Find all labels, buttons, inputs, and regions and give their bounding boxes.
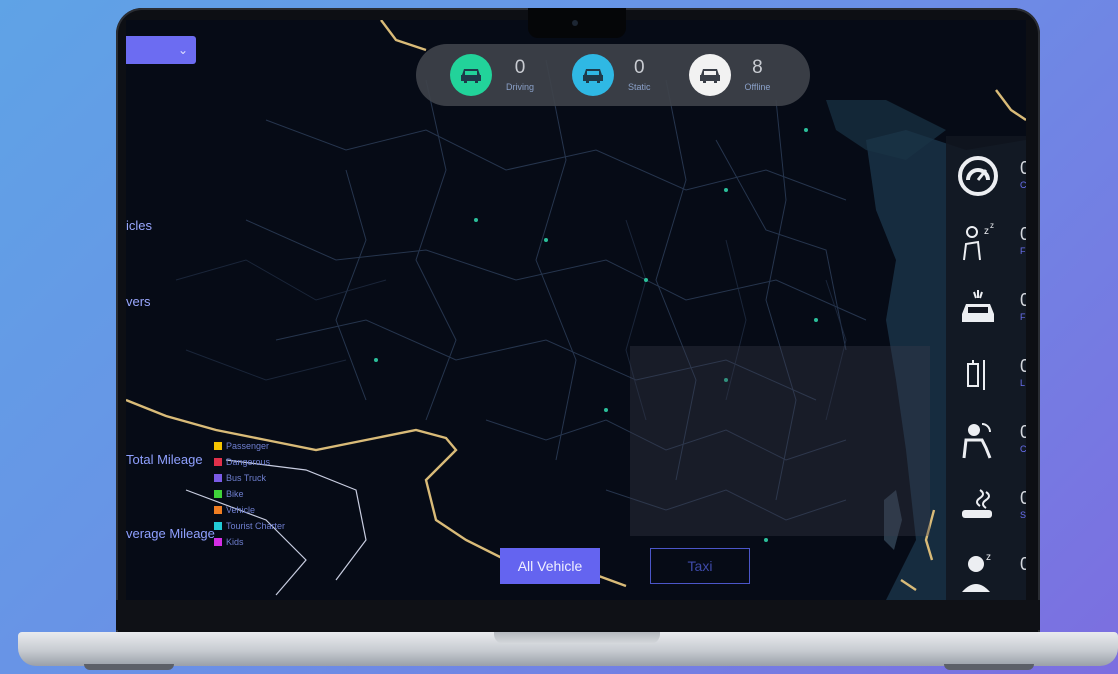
static-label: Static	[628, 82, 651, 92]
static-count: 0	[633, 57, 645, 78]
offline-count: 8	[752, 57, 763, 78]
status-offline[interactable]: 8 Offline	[688, 54, 771, 96]
chevron-down-icon: ⌄	[177, 43, 188, 57]
laptop-foot	[84, 664, 174, 670]
alert-collision[interactable]: 0 F	[946, 276, 1026, 336]
svg-text:z: z	[990, 221, 994, 230]
laptop-opening-notch	[494, 632, 660, 644]
smoking-icon	[962, 489, 992, 518]
car-icon	[572, 54, 615, 96]
vehicles-label: icles	[126, 218, 153, 233]
camera-icon	[572, 20, 578, 26]
average-mileage-label: verage Mileage	[126, 526, 215, 541]
map-dashboard[interactable]: ⌄ 0 Driving 0 Static 8 Offline icles ver…	[126, 20, 1026, 600]
speedometer-icon	[958, 156, 998, 196]
legend-item[interactable]: Dangerous	[214, 454, 285, 470]
alert-sleeping[interactable]: z 0	[946, 540, 1026, 600]
taxi-button[interactable]: Taxi	[650, 548, 750, 584]
fatigue-driver-icon: z z	[963, 221, 994, 261]
alert-panel: 0 C z z 0 F 0 F 0 L 0 C 0 S z 0	[946, 136, 1026, 600]
camera-notch	[528, 8, 626, 38]
total-mileage-label: Total Mileage	[126, 452, 203, 467]
highlight-region	[630, 346, 930, 536]
alert-fatigue[interactable]: z z 0 F	[946, 210, 1026, 270]
legend-item[interactable]: Tourist Charter	[214, 518, 285, 534]
alert-fuel[interactable]: 0 L	[946, 342, 1026, 402]
laptop-foot	[944, 664, 1034, 670]
drivers-label: vers	[126, 294, 151, 309]
legend-item[interactable]: Bus Truck	[214, 470, 285, 486]
legend-item[interactable]: Kids	[214, 534, 285, 550]
fuel-level-icon	[967, 360, 985, 390]
collision-car-icon	[962, 290, 994, 322]
vehicle-status-bar: 0 Driving 0 Static 8 Offline	[416, 44, 810, 106]
laptop-chin	[116, 600, 1040, 630]
alert-smoking[interactable]: 0 S	[946, 474, 1026, 534]
driving-count: 0	[514, 57, 526, 78]
driving-label: Driving	[506, 82, 535, 92]
all-vehicle-button[interactable]: All Vehicle	[500, 548, 600, 584]
alert-speeding[interactable]: 0 C	[946, 144, 1026, 204]
svg-text:z: z	[984, 226, 989, 237]
vehicle-type-legend: Passenger Dangerous Bus Truck Bike Vehic…	[214, 438, 285, 550]
phone-call-driver-icon	[962, 423, 992, 459]
legend-item[interactable]: Passenger	[214, 438, 285, 454]
car-icon	[450, 54, 492, 96]
legend-item[interactable]: Bike	[214, 486, 285, 502]
alert-phone[interactable]: 0 C	[946, 408, 1026, 468]
status-driving[interactable]: 0 Driving	[450, 54, 534, 96]
sleeping-driver-icon: z	[962, 552, 991, 592]
svg-text:z: z	[986, 552, 991, 563]
car-icon	[688, 54, 731, 96]
legend-item[interactable]: Vehicle	[214, 502, 285, 518]
region-dropdown[interactable]: ⌄	[126, 36, 196, 64]
offline-label: Offline	[744, 82, 771, 92]
status-static[interactable]: 0 Static	[572, 54, 651, 96]
